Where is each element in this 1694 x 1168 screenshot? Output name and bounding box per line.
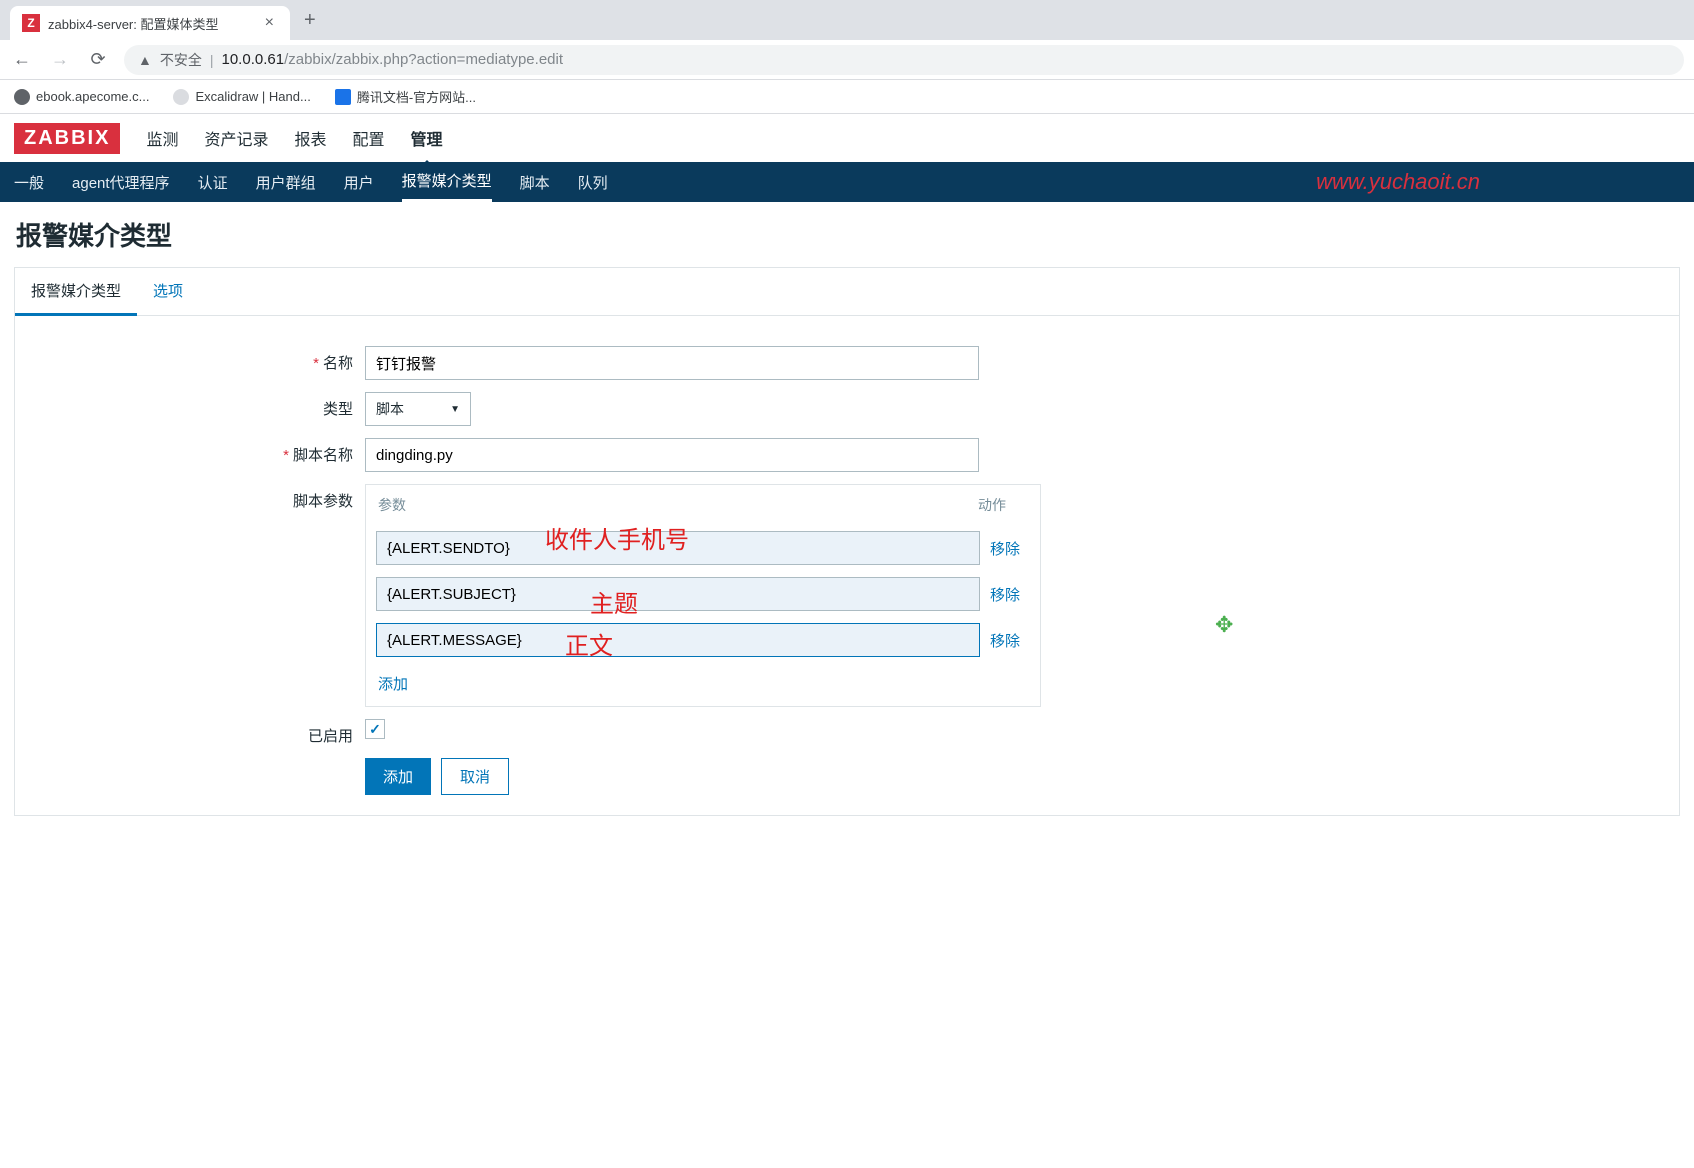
media-form: *名称 类型 脚本 ▼ *脚本名称 脚本参数 [15, 316, 1679, 815]
enabled-checkbox[interactable]: ✓ [365, 719, 385, 739]
tab-options[interactable]: 选项 [137, 268, 199, 315]
subnav-users[interactable]: 用户 [344, 164, 374, 201]
tencent-docs-icon [335, 89, 351, 105]
subnav-scripts[interactable]: 脚本 [520, 164, 550, 201]
col-action: 动作 [978, 495, 1028, 515]
subnav-proxies[interactable]: agent代理程序 [72, 164, 170, 201]
globe-icon [14, 89, 30, 105]
name-label: *名称 [35, 346, 365, 373]
browser-tab[interactable]: Z zabbix4-server: 配置媒体类型 × [10, 6, 290, 40]
bookmarks-bar: ebook.apecome.c... Excalidraw | Hand... … [0, 80, 1694, 114]
bookmark-label: ebook.apecome.c... [36, 89, 149, 104]
param-row: 移除 [366, 525, 1040, 571]
nav-config[interactable]: 配置 [353, 126, 385, 150]
subnav-general[interactable]: 一般 [14, 164, 44, 201]
subnav-usergroups[interactable]: 用户群组 [256, 164, 316, 201]
excalidraw-icon [173, 89, 189, 105]
bookmark-label: 腾讯文档-官方网站... [357, 87, 476, 106]
remove-link[interactable]: 移除 [990, 584, 1030, 605]
bookmark-item[interactable]: Excalidraw | Hand... [173, 89, 310, 105]
tab-mediatype[interactable]: 报警媒介类型 [15, 268, 137, 316]
param-row: 移除 [366, 617, 1040, 663]
tab-title: zabbix4-server: 配置媒体类型 [48, 14, 261, 33]
zabbix-logo[interactable]: ZABBIX [14, 123, 120, 154]
insecure-label: 不安全 [160, 50, 202, 70]
type-value: 脚本 [376, 399, 404, 419]
chevron-down-icon: ▼ [450, 404, 460, 415]
param-input-1[interactable] [376, 577, 980, 611]
enabled-label: 已启用 [35, 719, 365, 746]
form-tabs: 报警媒介类型 选项 [15, 268, 1679, 316]
nav-inventory[interactable]: 资产记录 [204, 126, 268, 150]
browser-toolbar: ← → ⟳ ▲ 不安全 | 10.0.0.61/zabbix/zabbix.ph… [0, 40, 1694, 80]
zabbix-header: ZABBIX 监测 资产记录 报表 配置 管理 [0, 114, 1694, 162]
form-panel: 报警媒介类型 选项 *名称 类型 脚本 ▼ *脚本名称 [14, 267, 1680, 816]
subnav-auth[interactable]: 认证 [198, 164, 228, 201]
url-text: 10.0.0.61/zabbix/zabbix.php?action=media… [222, 51, 564, 68]
page-title: 报警媒介类型 [14, 216, 1680, 253]
bookmark-label: Excalidraw | Hand... [195, 89, 310, 104]
param-row: 移除 [366, 571, 1040, 617]
browser-chrome: Z zabbix4-server: 配置媒体类型 × + ← → ⟳ ▲ 不安全… [0, 0, 1694, 114]
script-name-label: *脚本名称 [35, 438, 365, 465]
params-label: 脚本参数 [35, 484, 365, 511]
zabbix-subnav: 一般 agent代理程序 认证 用户群组 用户 报警媒介类型 脚本 队列 www… [0, 162, 1694, 202]
forward-button[interactable]: → [48, 49, 72, 70]
move-cursor-icon: ✥ [1215, 612, 1233, 638]
watermark-text: www.yuchaoit.cn [1316, 169, 1480, 195]
add-param-link[interactable]: 添加 [378, 676, 408, 693]
name-input[interactable] [365, 346, 979, 380]
remove-link[interactable]: 移除 [990, 538, 1030, 559]
col-param: 参数 [378, 495, 978, 515]
params-table: 参数 动作 移除 移除 移除 [365, 484, 1041, 707]
submit-button[interactable]: 添加 [365, 758, 431, 795]
warning-icon: ▲ [138, 52, 152, 68]
address-bar[interactable]: ▲ 不安全 | 10.0.0.61/zabbix/zabbix.php?acti… [124, 45, 1684, 75]
nav-monitor[interactable]: 监测 [146, 126, 178, 150]
remove-link[interactable]: 移除 [990, 630, 1030, 651]
subnav-mediatypes[interactable]: 报警媒介类型 [402, 162, 492, 202]
type-select[interactable]: 脚本 ▼ [365, 392, 471, 426]
params-header: 参数 动作 [366, 485, 1040, 525]
nav-reports[interactable]: 报表 [294, 126, 326, 150]
button-row: 添加 取消 [365, 758, 1659, 795]
param-input-0[interactable] [376, 531, 980, 565]
type-label: 类型 [35, 392, 365, 419]
back-button[interactable]: ← [10, 49, 34, 70]
nav-admin[interactable]: 管理 [411, 126, 443, 150]
close-icon[interactable]: × [261, 14, 278, 32]
reload-button[interactable]: ⟳ [86, 49, 110, 70]
bookmark-item[interactable]: ebook.apecome.c... [14, 89, 149, 105]
tab-strip: Z zabbix4-server: 配置媒体类型 × + [0, 0, 1694, 40]
script-name-input[interactable] [365, 438, 979, 472]
page-body: 报警媒介类型 报警媒介类型 选项 *名称 类型 脚本 ▼ *脚本名 [0, 202, 1694, 856]
subnav-queue[interactable]: 队列 [578, 164, 608, 201]
bookmark-item[interactable]: 腾讯文档-官方网站... [335, 87, 476, 106]
favicon-icon: Z [22, 14, 40, 32]
param-input-2[interactable] [376, 623, 980, 657]
url-divider: | [210, 52, 214, 68]
new-tab-button[interactable]: + [290, 9, 330, 32]
cancel-button[interactable]: 取消 [441, 758, 509, 795]
